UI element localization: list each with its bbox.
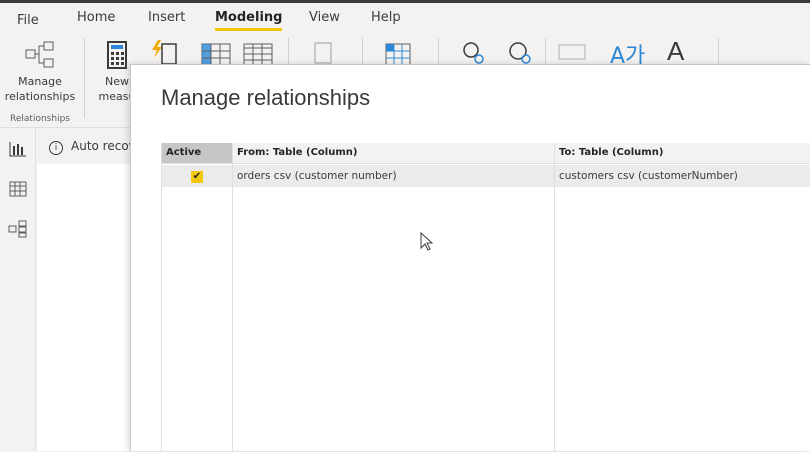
view-sidebar	[0, 128, 36, 451]
relationships-icon	[25, 41, 54, 68]
info-icon: i	[49, 141, 63, 155]
manage-relationships-dialog: Manage relationships Active From: Table …	[130, 64, 810, 452]
auto-recovery-infobar: i Auto recov	[37, 128, 137, 164]
window-top-border	[0, 0, 810, 3]
manage-label-1: Manage	[18, 75, 62, 88]
manage-roles-icon	[385, 43, 411, 65]
group-label-relationships: Relationships	[10, 114, 70, 124]
tab-insert[interactable]: Insert	[148, 10, 185, 25]
column-header-from[interactable]: From: Table (Column)	[233, 143, 555, 164]
infobar-text: Auto recov	[71, 139, 136, 153]
manage-label-2: relationships	[4, 90, 76, 103]
manage-relationships-button[interactable]: Manage relationships	[2, 40, 78, 104]
report-view-icon[interactable]	[8, 140, 28, 158]
relationships-table: Active From: Table (Column) To: Table (C…	[161, 143, 810, 452]
column-header-active[interactable]: Active	[162, 143, 232, 164]
mouse-cursor-icon	[420, 232, 434, 251]
linguistic-schema-icon: A	[667, 36, 685, 66]
calculator-icon	[107, 41, 127, 69]
active-checkbox[interactable]: ✔	[191, 171, 203, 183]
model-view-icon[interactable]	[8, 220, 28, 238]
data-view-icon[interactable]	[8, 180, 28, 198]
to-cell: customers csv (customerNumber)	[555, 165, 810, 187]
comment-icon	[558, 44, 586, 60]
dialog-title: Manage relationships	[161, 85, 371, 110]
tab-help[interactable]: Help	[371, 10, 401, 25]
what-if-icon	[314, 42, 332, 64]
tab-view[interactable]: View	[309, 10, 340, 25]
tab-modeling[interactable]: Modeling	[215, 10, 283, 31]
new-table-icon	[243, 43, 273, 65]
quick-measure-icon	[152, 40, 177, 64]
tab-file[interactable]: File	[17, 13, 39, 28]
from-cell: orders csv (customer number)	[233, 165, 555, 187]
column-header-to[interactable]: To: Table (Column)	[555, 143, 810, 164]
view-as-icon	[509, 42, 531, 64]
tab-home[interactable]: Home	[77, 10, 115, 25]
q-and-a-setup-icon	[463, 42, 484, 64]
new-column-icon	[201, 43, 231, 65]
